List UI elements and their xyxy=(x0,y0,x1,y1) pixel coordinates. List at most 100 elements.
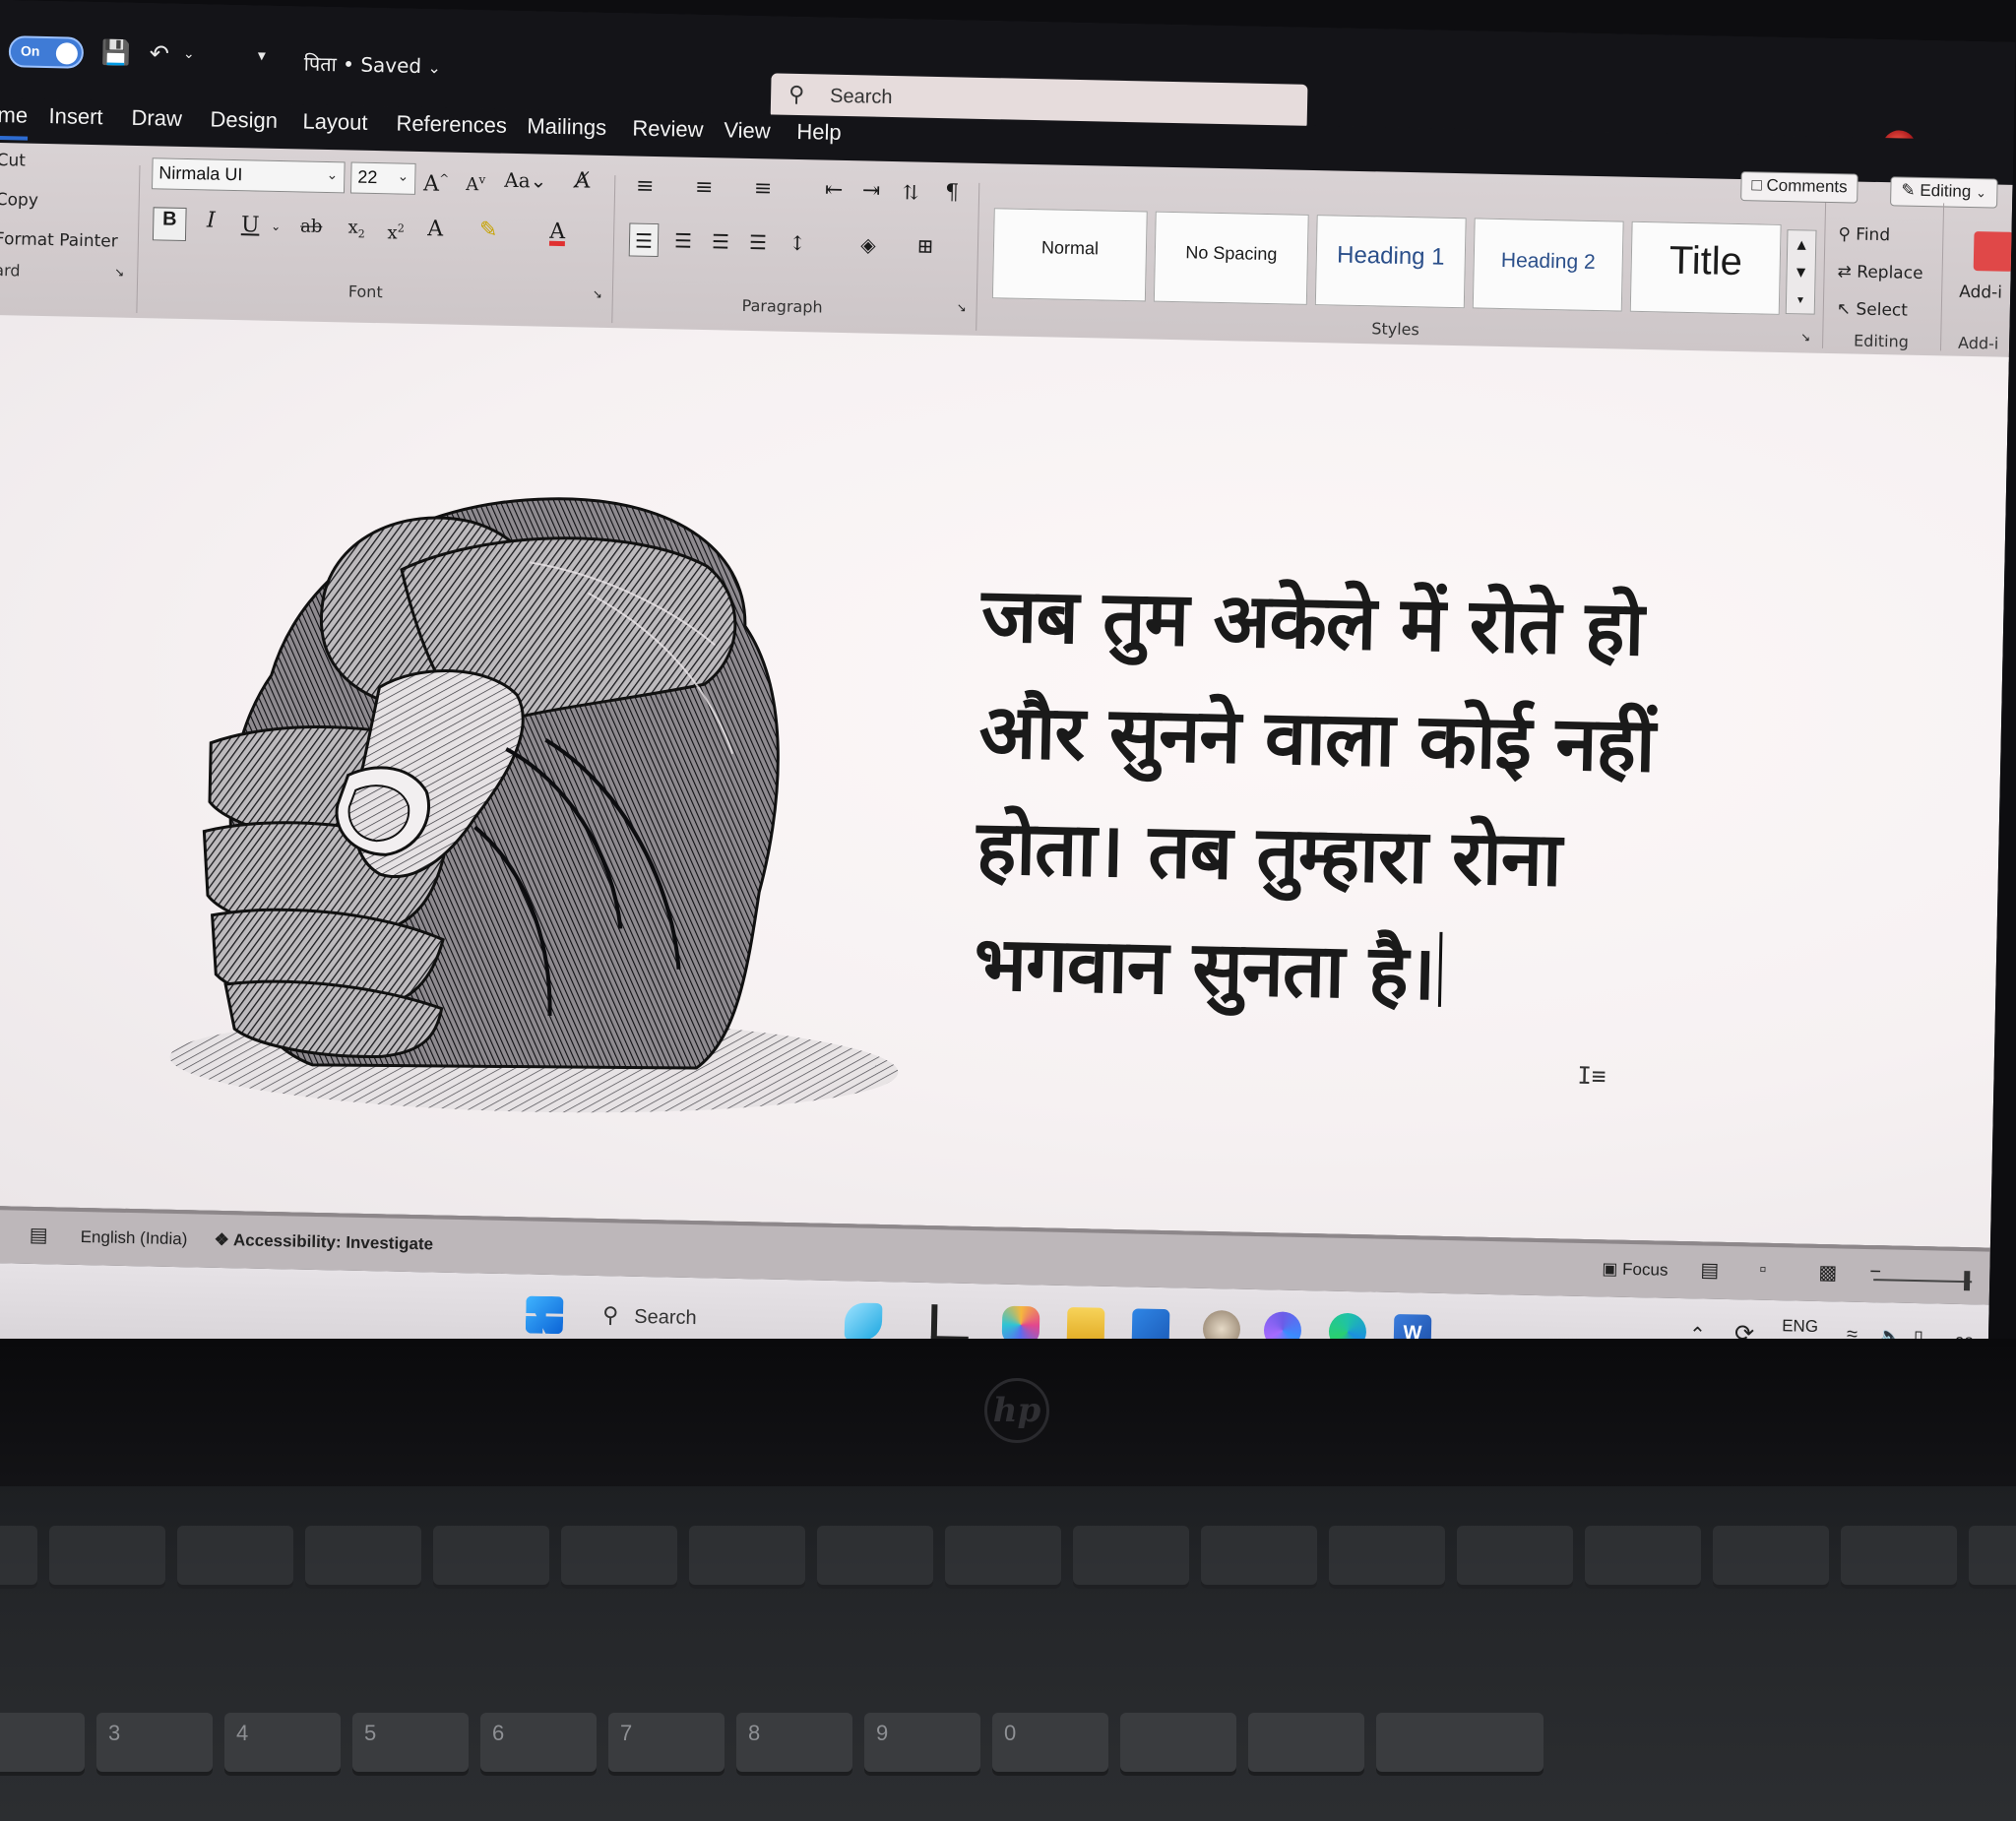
document-canvas[interactable]: जब तुम अकेले में रोते हो और सुनने वाला क… xyxy=(0,314,2009,1248)
undo-dropdown-icon[interactable]: ⌄ xyxy=(174,39,205,70)
font-color-icon[interactable]: A xyxy=(542,216,573,250)
weather-widget-icon[interactable] xyxy=(844,1302,883,1342)
shading-icon[interactable]: ◈ xyxy=(853,227,884,262)
key[interactable] xyxy=(817,1526,933,1589)
key[interactable] xyxy=(1201,1526,1317,1589)
numbering-icon[interactable]: ≡ xyxy=(689,171,720,206)
key[interactable] xyxy=(1969,1526,2016,1589)
align-left-icon[interactable]: ☰ xyxy=(628,222,660,258)
grow-font-icon[interactable]: A^ xyxy=(421,161,452,196)
subscript-icon[interactable]: x2 xyxy=(342,211,372,245)
key[interactable] xyxy=(1841,1526,1957,1589)
key-6[interactable]: 6 xyxy=(480,1713,597,1776)
tab-review[interactable]: Review xyxy=(632,115,704,143)
key[interactable] xyxy=(1713,1526,1829,1589)
web-layout-icon[interactable]: ▩ xyxy=(1818,1260,1837,1285)
chevron-down-icon[interactable]: ⌄ xyxy=(261,210,291,244)
addins-icon[interactable] xyxy=(1973,231,2014,272)
tab-references[interactable]: References xyxy=(396,110,507,138)
font-launcher-icon[interactable]: ↘ xyxy=(593,287,602,301)
tab-home[interactable]: me xyxy=(0,102,28,129)
bullets-icon[interactable]: ≡ xyxy=(630,169,661,204)
tab-mailings[interactable]: Mailings xyxy=(527,113,606,141)
copy-button[interactable]: Copy xyxy=(0,190,38,211)
key[interactable] xyxy=(1457,1526,1573,1589)
task-view-icon[interactable] xyxy=(930,1304,970,1343)
bold-icon[interactable]: B xyxy=(152,207,187,242)
multilevel-list-icon[interactable]: ≡ xyxy=(748,172,779,207)
strikethrough-icon[interactable]: ab xyxy=(296,210,327,244)
text-effects-icon[interactable]: A xyxy=(420,213,451,247)
style-normal[interactable]: Normal xyxy=(991,208,1148,302)
tab-help[interactable]: Help xyxy=(796,119,842,146)
line-spacing-icon[interactable]: ↕ xyxy=(783,226,813,261)
key-3[interactable]: 3 xyxy=(96,1713,213,1776)
tab-draw[interactable]: Draw xyxy=(131,105,182,132)
replace-button[interactable]: ⇄ Replace xyxy=(1837,262,1922,283)
save-icon[interactable]: 💾 xyxy=(101,37,132,68)
paragraph-launcher-icon[interactable]: ↘ xyxy=(957,300,967,314)
styles-launcher-icon[interactable]: ↘ xyxy=(1800,330,1810,344)
style-heading-2[interactable]: Heading 2 xyxy=(1472,218,1624,312)
windows-start-icon[interactable] xyxy=(526,1295,564,1334)
tab-insert[interactable]: Insert xyxy=(48,103,103,130)
font-name-field[interactable]: Nirmala UI ⌄ xyxy=(152,157,346,194)
autosave-toggle[interactable]: On xyxy=(8,35,85,69)
key-9[interactable]: 9 xyxy=(864,1713,980,1776)
quote-text-block[interactable]: जब तुम अकेले में रोते हो और सुनने वाला क… xyxy=(973,557,1868,1040)
borders-icon[interactable]: ⊞ xyxy=(911,228,941,263)
quick-access-menu-icon[interactable]: ▾ xyxy=(247,40,278,71)
tab-layout[interactable]: Layout xyxy=(302,108,368,135)
show-formatting-marks-icon[interactable]: ¶ xyxy=(937,176,968,211)
key-5[interactable]: 5 xyxy=(352,1713,469,1776)
justify-icon[interactable]: ☰ xyxy=(743,225,774,260)
style-no-spacing[interactable]: No Spacing xyxy=(1153,211,1309,305)
decrease-indent-icon[interactable]: ⇤ xyxy=(819,173,850,208)
key[interactable] xyxy=(1073,1526,1189,1589)
key[interactable] xyxy=(305,1526,421,1589)
key[interactable] xyxy=(1585,1526,1701,1589)
key[interactable] xyxy=(0,1526,37,1589)
shrink-font-icon[interactable]: Av xyxy=(461,162,491,197)
key[interactable] xyxy=(561,1526,677,1589)
document-title[interactable]: पिता • Saved ⌄ xyxy=(303,49,441,79)
comments-button[interactable]: □ Comments xyxy=(1740,171,1858,204)
proofing-icon[interactable]: ▤ xyxy=(29,1223,47,1247)
backspace-key[interactable] xyxy=(1376,1713,1544,1776)
language-status[interactable]: English (India) xyxy=(80,1227,188,1249)
taskbar-search[interactable]: ⚲ Search xyxy=(602,1303,697,1330)
align-center-icon[interactable]: ☰ xyxy=(668,223,699,258)
align-right-icon[interactable]: ☰ xyxy=(706,224,736,259)
find-button[interactable]: ⚲ Find xyxy=(1838,224,1890,245)
style-title[interactable]: Title xyxy=(1629,220,1782,315)
style-heading-1[interactable]: Heading 1 xyxy=(1314,215,1467,309)
key[interactable] xyxy=(0,1713,85,1776)
key[interactable] xyxy=(433,1526,549,1589)
superscript-icon[interactable]: x2 xyxy=(381,212,411,246)
increase-indent-icon[interactable]: ⇥ xyxy=(856,174,887,209)
key-4[interactable]: 4 xyxy=(224,1713,341,1776)
read-mode-icon[interactable]: ▤ xyxy=(1700,1257,1719,1282)
key[interactable] xyxy=(1329,1526,1445,1589)
format-painter-button[interactable]: Format Painter xyxy=(0,229,118,252)
highlighter-icon[interactable]: ✎ xyxy=(473,214,504,248)
key[interactable] xyxy=(945,1526,1061,1589)
undo-icon[interactable]: ↶ xyxy=(145,38,175,69)
cut-button[interactable]: Cut xyxy=(0,151,26,171)
key-0[interactable]: 0 xyxy=(992,1713,1108,1776)
select-button[interactable]: ↖ Select xyxy=(1837,299,1909,321)
zoom-slider-handle[interactable] xyxy=(1963,1271,1971,1291)
key[interactable] xyxy=(1120,1713,1236,1776)
styles-scroll-icon[interactable]: ▲ ▼ ▾ xyxy=(1785,229,1817,315)
key-7[interactable]: 7 xyxy=(608,1713,724,1776)
key[interactable] xyxy=(49,1526,165,1589)
tab-view[interactable]: View xyxy=(724,117,771,144)
focus-button[interactable]: ▣ Focus xyxy=(1602,1259,1668,1280)
accessibility-status[interactable]: ❖ Accessibility: Investigate xyxy=(214,1230,433,1255)
key-8[interactable]: 8 xyxy=(736,1713,852,1776)
key[interactable] xyxy=(1248,1713,1364,1776)
tab-design[interactable]: Design xyxy=(210,107,278,134)
italic-icon[interactable]: I xyxy=(196,208,226,242)
font-size-field[interactable]: 22 ⌄ xyxy=(349,161,416,195)
key[interactable] xyxy=(689,1526,805,1589)
